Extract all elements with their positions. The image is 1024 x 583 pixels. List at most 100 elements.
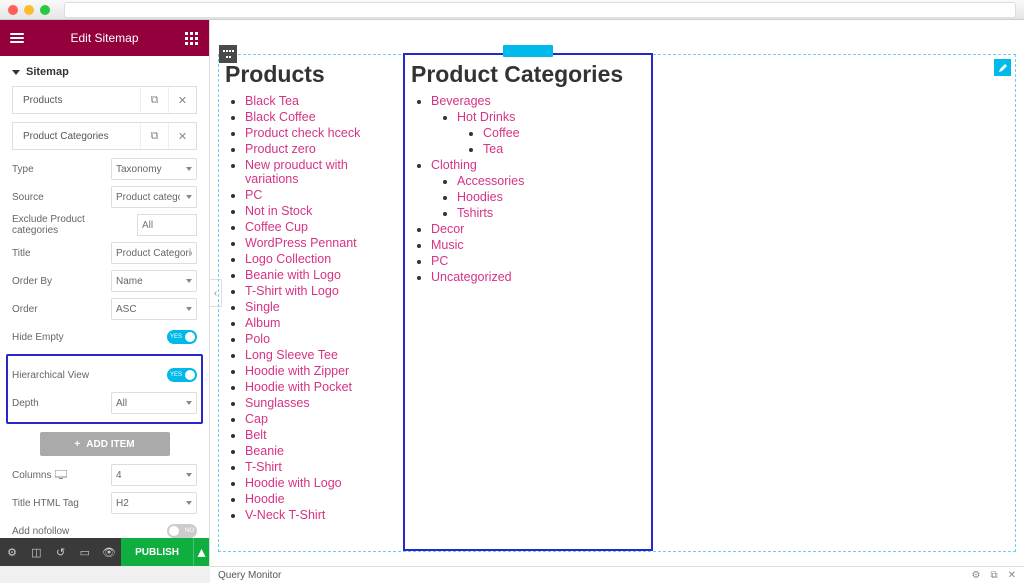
- sitemap-link[interactable]: PC: [245, 188, 262, 202]
- type-select[interactable]: Taxonomy: [111, 158, 197, 180]
- publish-button[interactable]: PUBLISH: [121, 538, 193, 566]
- source-select[interactable]: Product categories: [111, 186, 197, 208]
- sitemap-link[interactable]: Decor: [431, 222, 464, 236]
- sitemap-link[interactable]: Belt: [245, 428, 267, 442]
- add-item-button[interactable]: + ADD ITEM: [40, 432, 170, 456]
- preview-icon[interactable]: 👁: [97, 546, 121, 559]
- list-item: PC: [431, 254, 641, 268]
- edit-widget-icon[interactable]: [994, 59, 1011, 76]
- sitemap-link[interactable]: Sunglasses: [245, 396, 310, 410]
- list-item: Hoodie: [245, 492, 393, 506]
- sitemap-link[interactable]: Music: [431, 238, 464, 252]
- sitemap-link[interactable]: Coffee Cup: [245, 220, 308, 234]
- nofollow-toggle[interactable]: NO: [167, 524, 197, 538]
- sitemap-link[interactable]: Single: [245, 300, 280, 314]
- field-label: Columns: [12, 470, 105, 481]
- bottom-status-bar: Query Monitor ⚙ ⧉ ✕: [210, 566, 1024, 583]
- selection-tab[interactable]: [503, 45, 553, 57]
- sitemap-link[interactable]: PC: [431, 254, 448, 268]
- responsive-icon[interactable]: ▭: [73, 546, 97, 559]
- sitemap-link[interactable]: Logo Collection: [245, 252, 331, 266]
- sitemap-link[interactable]: Beanie with Logo: [245, 268, 341, 282]
- duplicate-icon[interactable]: ⧉: [140, 123, 168, 149]
- section-container[interactable]: Products Black TeaBlack CoffeeProduct ch…: [218, 54, 1016, 552]
- sitemap-link[interactable]: V-Neck T-Shirt: [245, 508, 325, 522]
- apps-icon[interactable]: [185, 32, 199, 45]
- title-input[interactable]: Product Categories: [111, 242, 197, 264]
- publish-caret[interactable]: ▴: [193, 538, 209, 566]
- sitemap-link[interactable]: WordPress Pennant: [245, 236, 357, 250]
- sitemap-link[interactable]: Album: [245, 316, 280, 330]
- hideempty-toggle[interactable]: YES: [167, 330, 197, 344]
- duplicate-icon[interactable]: ⧉: [140, 87, 168, 113]
- sub-list: Hot Drinks Coffee Tea: [431, 110, 641, 156]
- chevron-down-icon: [186, 473, 192, 477]
- section-sitemap[interactable]: Sitemap: [12, 62, 197, 86]
- sitemap-link[interactable]: Clothing: [431, 158, 477, 172]
- sitemap-link[interactable]: Tshirts: [457, 206, 493, 220]
- sitemap-link[interactable]: Hoodie with Logo: [245, 476, 342, 490]
- section-handle-icon[interactable]: [219, 45, 237, 63]
- caret-down-icon: [12, 70, 20, 75]
- list-item: Music: [431, 238, 641, 252]
- hierarchical-toggle[interactable]: YES: [167, 368, 197, 382]
- order-select[interactable]: ASC: [111, 298, 197, 320]
- list-item: Uncategorized: [431, 270, 641, 284]
- query-monitor-label[interactable]: Query Monitor: [218, 570, 281, 581]
- sitemap-link[interactable]: Long Sleeve Tee: [245, 348, 338, 362]
- sidebar-footer: ⚙ ◫ ↺ ▭ 👁 PUBLISH ▴: [0, 538, 209, 566]
- sitemap-link[interactable]: Not in Stock: [245, 204, 312, 218]
- menu-icon[interactable]: [10, 33, 24, 43]
- list-item: Single: [245, 300, 393, 314]
- responsive-icon[interactable]: ⧉: [990, 570, 997, 581]
- settings-icon[interactable]: ⚙: [0, 546, 24, 559]
- sitemap-link[interactable]: Cap: [245, 412, 268, 426]
- close-icon[interactable]: ✕: [1008, 570, 1016, 581]
- categories-list: Beverages Hot Drinks Coffee Tea Clothing Acce…: [411, 94, 641, 284]
- sidebar-header: Edit Sitemap: [0, 20, 209, 56]
- chevron-down-icon: [186, 167, 192, 171]
- sitemap-link[interactable]: Hoodies: [457, 190, 503, 204]
- sitemap-link[interactable]: Hoodie: [245, 492, 285, 506]
- orderby-select[interactable]: Name: [111, 270, 197, 292]
- close-icon[interactable]: ✕: [168, 87, 196, 113]
- sitemap-link[interactable]: Hot Drinks: [457, 110, 515, 124]
- field-label: Hide Empty: [12, 332, 161, 343]
- close-window-icon[interactable]: [8, 5, 18, 15]
- list-item: T-Shirt with Logo: [245, 284, 393, 298]
- gear-icon[interactable]: ⚙: [972, 570, 981, 581]
- sitemap-link[interactable]: Coffee: [483, 126, 520, 140]
- close-icon[interactable]: ✕: [168, 123, 196, 149]
- sitemap-link[interactable]: Product check hceck: [245, 126, 360, 140]
- columns-select[interactable]: 4: [111, 464, 197, 486]
- sitemap-link[interactable]: Beanie: [245, 444, 284, 458]
- sitemap-link[interactable]: New prouduct with variations: [245, 158, 348, 186]
- maximize-window-icon[interactable]: [40, 5, 50, 15]
- sitemap-link[interactable]: Polo: [245, 332, 270, 346]
- sitemap-link[interactable]: Uncategorized: [431, 270, 512, 284]
- item-label: Products: [13, 95, 140, 106]
- sitemap-link[interactable]: Black Coffee: [245, 110, 316, 124]
- sitemap-link[interactable]: Product zero: [245, 142, 316, 156]
- sitemap-link[interactable]: Black Tea: [245, 94, 299, 108]
- address-bar[interactable]: [64, 2, 1016, 18]
- sitemap-link[interactable]: Hoodie with Zipper: [245, 364, 349, 378]
- sitemap-link[interactable]: Beverages: [431, 94, 491, 108]
- field-depth: Depth All: [12, 392, 197, 414]
- depth-select[interactable]: All: [111, 392, 197, 414]
- list-item: T-Shirt: [245, 460, 393, 474]
- htmltag-select[interactable]: H2: [111, 492, 197, 514]
- sitemap-link[interactable]: Hoodie with Pocket: [245, 380, 352, 394]
- item-products[interactable]: Products ⧉ ✕: [12, 86, 197, 114]
- navigator-icon[interactable]: ◫: [24, 546, 48, 559]
- sitemap-link[interactable]: T-Shirt: [245, 460, 282, 474]
- sitemap-link[interactable]: Accessories: [457, 174, 524, 188]
- heading-categories: Product Categories: [411, 61, 641, 88]
- history-icon[interactable]: ↺: [48, 546, 72, 559]
- minimize-window-icon[interactable]: [24, 5, 34, 15]
- item-product-categories[interactable]: Product Categories ⧉ ✕: [12, 122, 197, 150]
- sitemap-link[interactable]: T-Shirt with Logo: [245, 284, 339, 298]
- sitemap-link[interactable]: Tea: [483, 142, 503, 156]
- sitemap-column-categories[interactable]: Product Categories Beverages Hot Drinks Co…: [403, 53, 653, 551]
- exclude-input[interactable]: [137, 214, 197, 236]
